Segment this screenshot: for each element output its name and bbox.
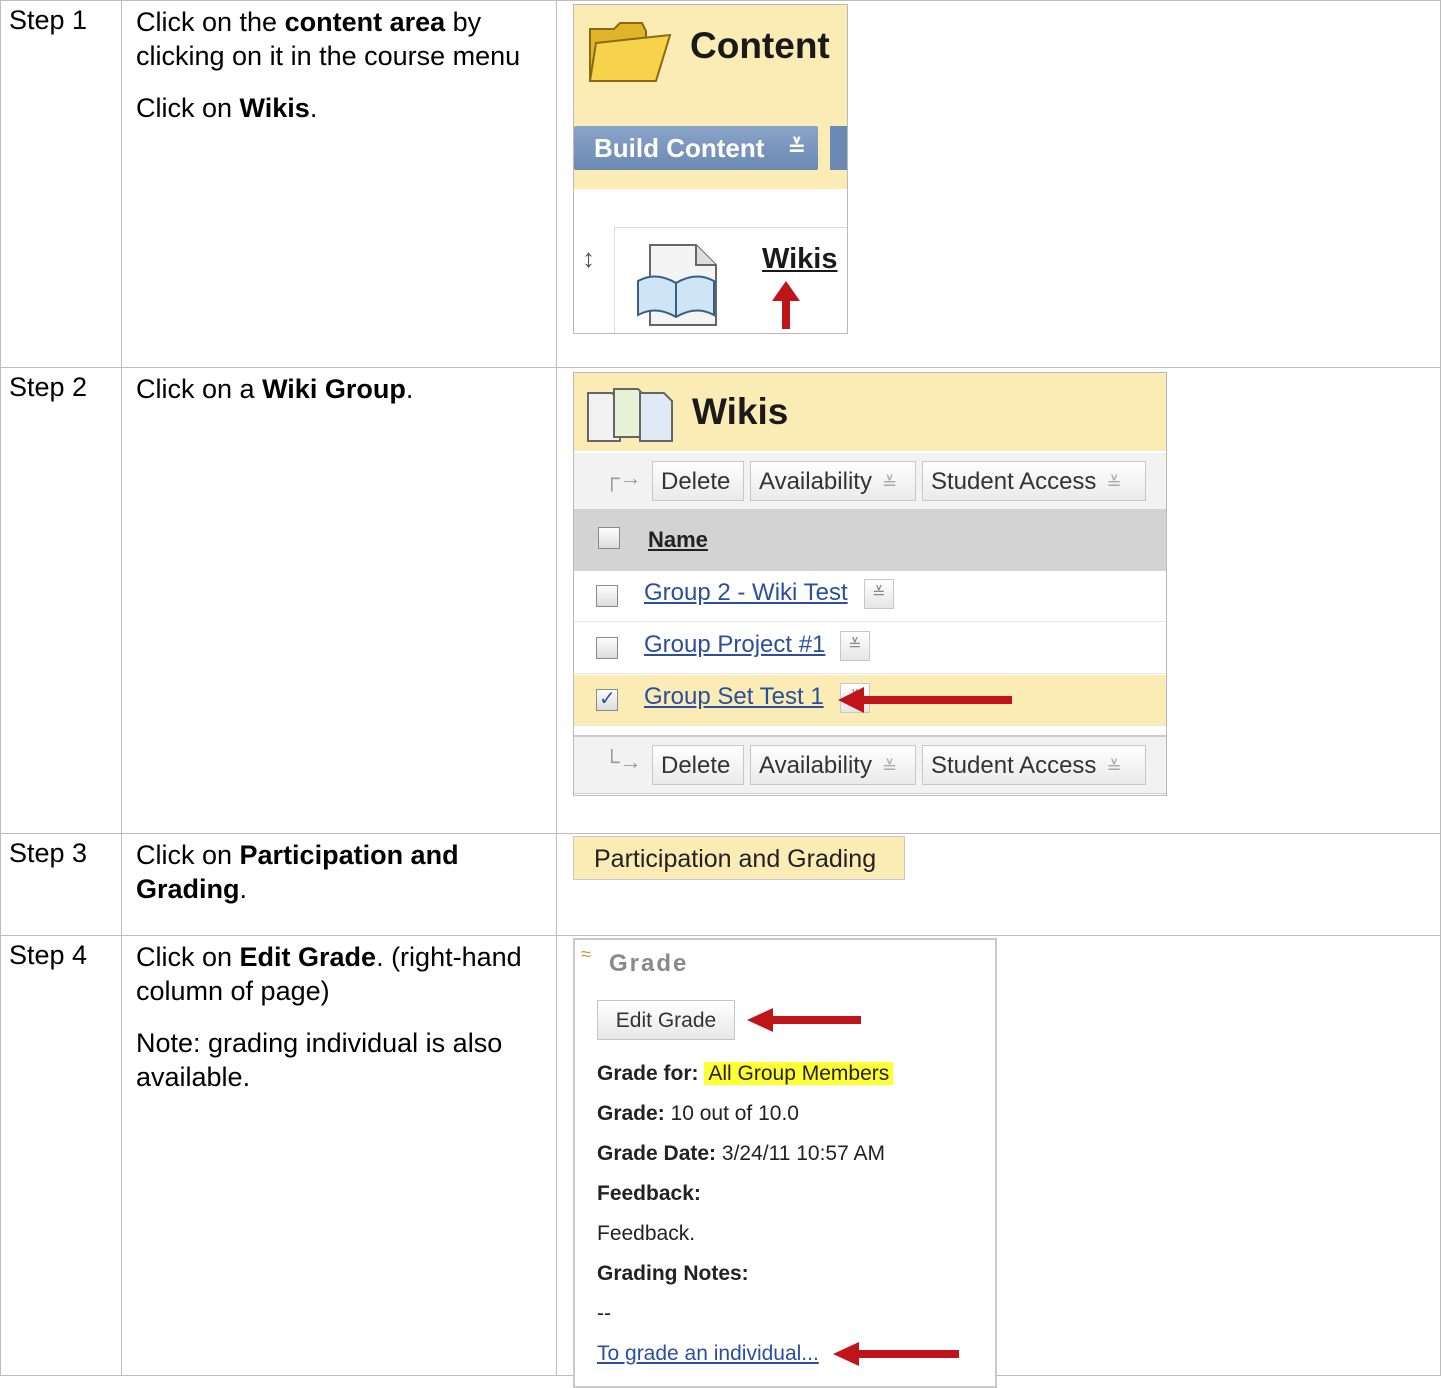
step-label: Step 4 [9,940,88,970]
bulk-arrow-icon: └→ [604,749,642,774]
step-row-4: Step 4 Click on Edit Grade. (right-hand … [0,935,1441,1388]
red-arrow-up-icon [772,281,800,329]
grade-date-line: Grade Date: 3/24/11 10:57 AM [597,1142,885,1165]
instruction-line: Note: grading individual is also availab… [136,1028,503,1092]
collapse-chevron-icon[interactable]: ≈ [581,944,591,965]
wiki-group-link[interactable]: Group Project #1 [644,631,825,659]
step-instructions: Click on Participation and Grading. [122,834,556,906]
student-access-button[interactable]: Student Access ≚ [922,745,1146,785]
table-row: Group Set Test 1 ≚ [574,675,1166,726]
instruction-line: Click on Edit Grade. (right-hand column … [136,942,522,1006]
row-checkbox[interactable] [596,686,618,711]
step-label: Step 2 [9,372,88,402]
grade-for-line: Grade for: All Group Members [597,1062,894,1086]
delete-button[interactable]: Delete [652,745,744,785]
chevron-down-icon: ≚ [881,473,898,493]
row-checkbox[interactable] [596,585,618,607]
action-bar-bottom: └→ Delete Availability ≚ Student Access ≚ [574,735,1166,794]
wiki-group-link[interactable]: Group 2 - Wiki Test [644,579,848,607]
row-menu-button[interactable]: ≚ [840,631,870,661]
availability-button[interactable]: Availability ≚ [750,745,916,785]
wiki-group-link[interactable]: Group Set Test 1 [644,683,824,711]
step-instructions: Click on Edit Grade. (right-hand column … [122,936,556,1094]
name-sort-link[interactable]: Name [648,527,708,553]
step-instructions: Click on the content area by clicking on… [122,1,556,125]
feedback-label: Feedback: [597,1182,701,1205]
content-title: Content [690,25,830,66]
delete-button[interactable]: Delete [652,461,744,501]
step-row-3: Step 3 Click on Participation and Gradin… [0,833,1441,936]
name-column-header: Name [574,509,1166,571]
bulk-arrow-icon: ┌→ [604,465,642,490]
step-label: Step 1 [9,5,88,35]
red-arrow-left-icon [747,1008,861,1032]
grade-individual-link[interactable]: To grade an individual... [597,1342,819,1366]
student-access-button[interactable]: Student Access ≚ [922,461,1146,501]
chevron-down-icon: ≚ [872,585,886,602]
instruction-line: Click on the content area by clicking on… [136,7,521,71]
table-row: Group 2 - Wiki Test ≚ [574,571,1166,622]
wikis-screenshot: Wikis ┌→ Delete Availability ≚ Student Ac… [573,372,1167,796]
grade-line: Grade: 10 out of 10.0 [597,1102,799,1125]
instruction-line: Click on a Wiki Group. [136,374,414,404]
red-arrow-left-icon [833,1342,959,1366]
build-content-button[interactable]: Build Content ≚ [574,126,818,170]
chevron-down-icon: ≚ [1106,757,1122,777]
grade-panel-screenshot: ≈ Grade Edit Grade Grade for: All Group … [573,938,997,1388]
next-menu-button[interactable] [830,126,847,170]
steps-table: Step 1 Click on the content area by clic… [0,0,1441,1388]
wikis-link[interactable]: Wikis [762,243,838,276]
drag-handle-icon[interactable]: ↕ [582,243,595,274]
row-menu-button[interactable]: ≚ [864,579,894,609]
feedback-value: Feedback. [597,1222,696,1245]
wiki-pages-icon [587,388,673,442]
chevron-down-icon: ≚ [1106,473,1122,493]
table-row: Group Project #1 ≚ [574,623,1166,674]
participation-grading-button[interactable]: Participation and Grading [573,836,905,880]
wiki-book-icon [637,244,717,326]
select-all-checkbox[interactable] [598,527,620,549]
instruction-line: Click on Participation and Grading. [136,840,459,904]
step-row-1: Step 1 Click on the content area by clic… [0,0,1441,368]
step-label: Step 3 [9,838,88,868]
chevron-down-icon: ≚ [787,135,806,160]
chevron-down-icon: ≚ [881,757,898,777]
chevron-down-icon: ≚ [848,637,862,654]
red-arrow-left-icon [838,687,1012,713]
row-checkbox[interactable] [596,637,618,659]
grade-for-value: All Group Members [704,1062,894,1085]
availability-button[interactable]: Availability ≚ [750,461,916,501]
content-area-screenshot: Content Build Content ≚ ↕ Wikis [573,4,848,334]
instruction-line: Click on Wikis. [136,93,318,123]
folder-icon [588,22,672,83]
step-row-2: Step 2 Click on a Wiki Group. Wikis ┌→ D… [0,367,1441,834]
action-bar-top: ┌→ Delete Availability ≚ Student Access ≚ [574,453,1166,510]
grade-title: Grade [609,950,689,977]
grading-notes-value: -- [597,1302,611,1325]
wikis-title: Wikis [692,391,789,432]
grading-notes-label: Grading Notes: [597,1262,749,1285]
step-instructions: Click on a Wiki Group. [122,368,556,406]
edit-grade-button[interactable]: Edit Grade [597,1000,735,1040]
